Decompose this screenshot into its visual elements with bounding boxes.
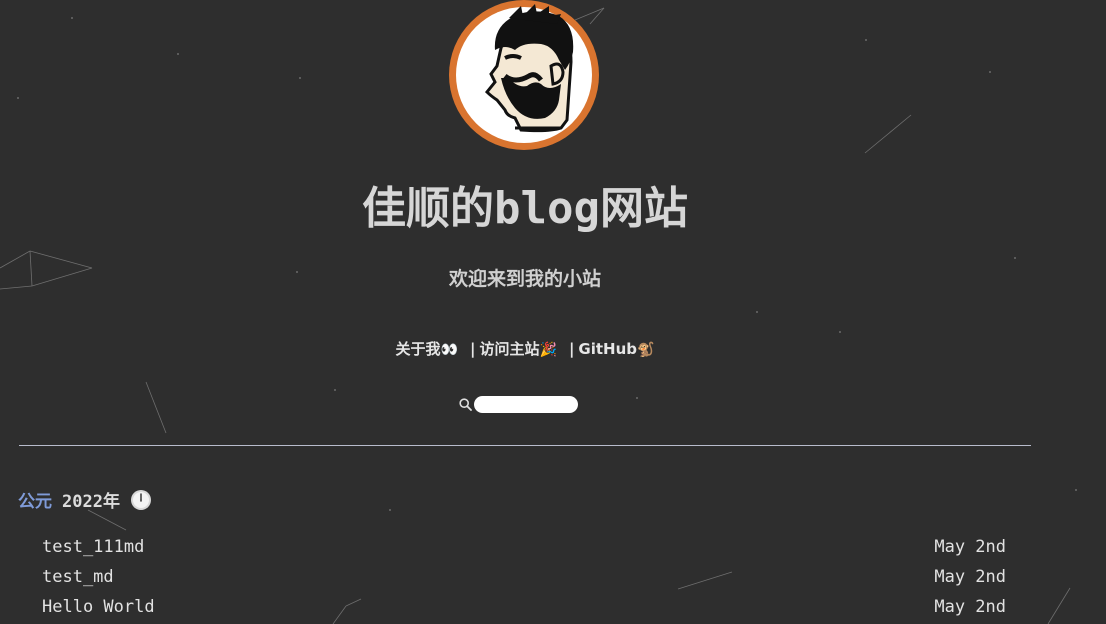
party-popper-emoji-icon: 🎉: [539, 342, 557, 358]
post-title[interactable]: Hello World: [42, 595, 155, 624]
archive-year-heading: 公元 2022年: [18, 487, 152, 512]
era-label: 公元: [18, 492, 52, 512]
clock-icon: [130, 489, 151, 510]
post-row[interactable]: test_111md May 2nd: [42, 535, 1006, 565]
eyes-emoji-icon: 👀: [440, 342, 458, 358]
post-list: test_111md May 2nd test_md May 2nd Hello…: [42, 535, 1006, 624]
nav-github-label: GitHub: [578, 340, 638, 358]
post-title[interactable]: test_md: [42, 565, 114, 595]
search-input[interactable]: [474, 396, 578, 413]
post-date: May 2nd: [934, 597, 1006, 617]
site-title: 佳顺的blog网站: [362, 183, 688, 234]
post-row[interactable]: test_md May 2nd: [42, 565, 1006, 595]
search-icon[interactable]: [459, 398, 472, 411]
page: 佳顺的blog网站 欢迎来到我的小站 关于我👀 | 访问主站🎉 | GitHub🐒 公元…: [0, 0, 1106, 624]
nav-links: 关于我👀 | 访问主站🎉 | GitHub🐒: [0, 338, 1050, 359]
bearded-man-avatar-icon: [456, 4, 592, 143]
monkey-emoji-icon: 🐒: [637, 342, 655, 358]
nav-separator: |: [568, 340, 575, 358]
search-bar: [459, 396, 578, 413]
post-date: May 2nd: [934, 567, 1006, 587]
nav-github-link[interactable]: GitHub🐒: [578, 340, 654, 358]
nav-visit-label: 访问主站: [479, 340, 540, 358]
avatar[interactable]: [449, 0, 599, 150]
nav-visit-main-link[interactable]: 访问主站🎉: [479, 340, 556, 358]
site-subtitle: 欢迎来到我的小站: [448, 268, 601, 290]
year-label: 2022年: [62, 492, 120, 512]
nav-separator: |: [470, 340, 476, 358]
post-title[interactable]: test_111md: [42, 535, 144, 565]
post-row[interactable]: Hello World May 2nd: [42, 595, 1006, 624]
nav-about-label: 关于我: [395, 340, 441, 358]
post-date: May 2nd: [934, 537, 1006, 557]
nav-about-link[interactable]: 关于我👀: [396, 340, 458, 358]
divider: [19, 445, 1031, 446]
